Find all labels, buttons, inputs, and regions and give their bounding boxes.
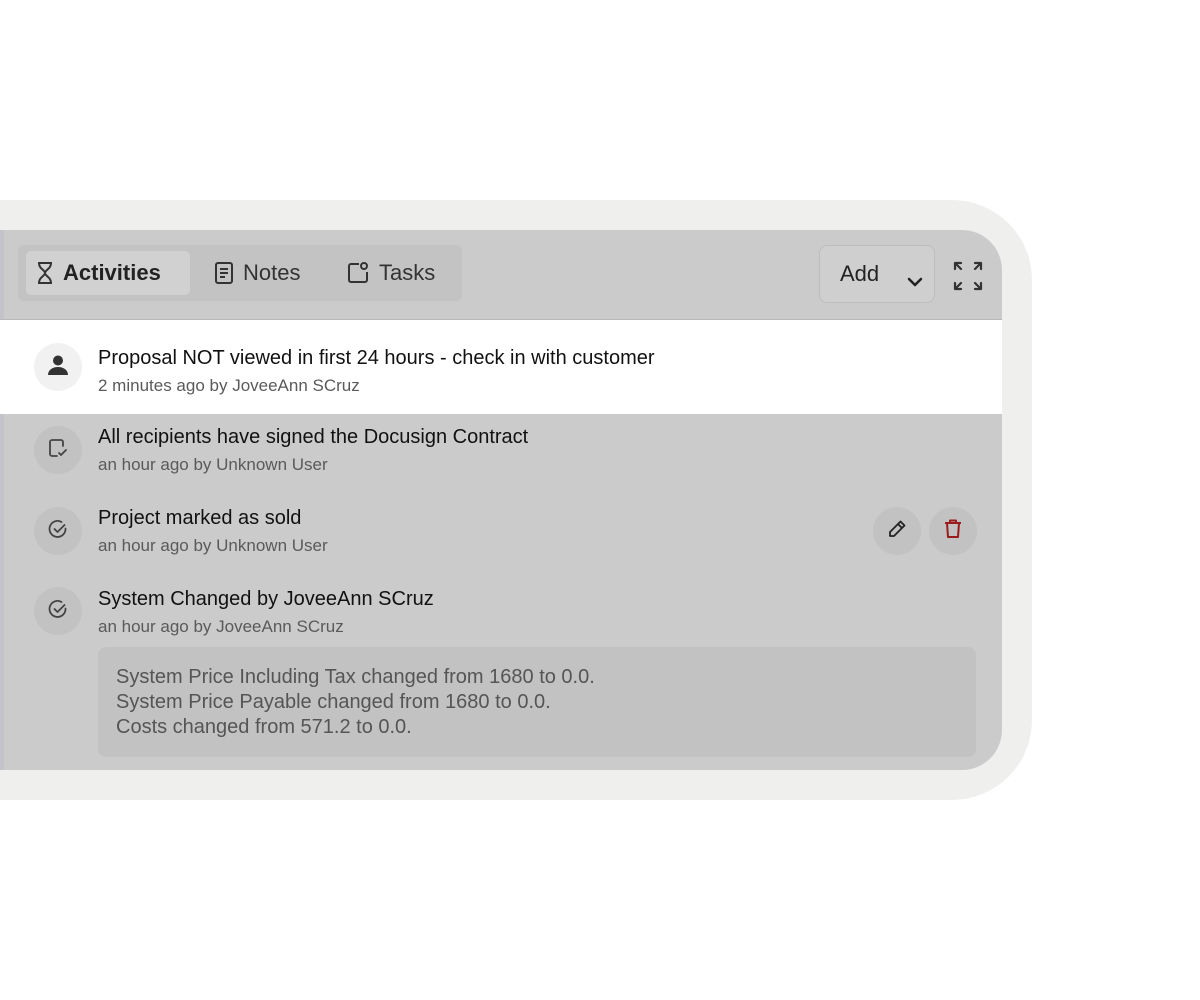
activity-meta: an hour ago by JoveeAnn SCruz	[98, 617, 344, 636]
activity-meta: an hour ago by Unknown User	[98, 455, 328, 474]
activity-avatar	[34, 587, 82, 635]
detail-line: System Price Payable changed from 1680 t…	[116, 691, 551, 713]
tab-activities[interactable]: Activities	[26, 251, 190, 295]
activity-title: Project marked as sold	[98, 507, 302, 529]
detail-line: Costs changed from 571.2 to 0.0.	[116, 716, 412, 738]
tab-tasks[interactable]: Tasks	[336, 251, 454, 295]
activity-item[interactable]: Project marked as sold an hour ago by Un…	[0, 494, 1002, 576]
activity-title: All recipients have signed the Docusign …	[98, 426, 529, 448]
panel-header: Activities Notes Tasks Add	[0, 230, 1002, 320]
activity-panel: Activities Notes Tasks Add Proposal NOT …	[0, 230, 1002, 770]
signed-document-icon	[48, 438, 68, 463]
person-icon	[47, 354, 69, 381]
note-icon	[214, 262, 234, 284]
tab-tasks-label: Tasks	[379, 260, 436, 285]
expand-button[interactable]	[950, 258, 986, 294]
add-dropdown-button[interactable]: Add	[819, 245, 935, 303]
trash-icon	[944, 519, 962, 544]
activity-meta: an hour ago by Unknown User	[98, 536, 328, 555]
delete-activity-button[interactable]	[929, 507, 977, 555]
activity-item[interactable]: Proposal NOT viewed in first 24 hours - …	[0, 320, 1002, 414]
edit-activity-button[interactable]	[873, 507, 921, 555]
tab-notes[interactable]: Notes	[204, 251, 322, 295]
edit-icon	[887, 519, 907, 544]
activity-item[interactable]: All recipients have signed the Docusign …	[0, 414, 1002, 494]
task-icon	[346, 261, 370, 285]
activity-meta: 2 minutes ago by JoveeAnn SCruz	[98, 376, 360, 395]
chevron-down-icon	[906, 268, 924, 294]
detail-line: System Price Including Tax changed from …	[116, 666, 595, 688]
tab-activities-label: Activities	[63, 260, 161, 285]
activity-avatar	[34, 507, 82, 555]
hourglass-icon	[36, 262, 54, 284]
activity-item[interactable]: System Changed by JoveeAnn SCruz an hour…	[0, 576, 1002, 770]
activity-avatar	[34, 343, 82, 391]
activity-title: System Changed by JoveeAnn SCruz	[98, 588, 434, 610]
tab-notes-label: Notes	[243, 260, 301, 285]
activity-details: System Price Including Tax changed from …	[98, 647, 976, 757]
add-button-label: Add	[840, 261, 880, 286]
expand-icon	[950, 261, 986, 298]
check-circle-icon	[48, 519, 68, 544]
tab-bar: Activities Notes Tasks	[18, 245, 462, 301]
check-circle-icon	[48, 599, 68, 624]
activity-avatar	[34, 426, 82, 474]
activity-title: Proposal NOT viewed in first 24 hours - …	[98, 347, 655, 369]
